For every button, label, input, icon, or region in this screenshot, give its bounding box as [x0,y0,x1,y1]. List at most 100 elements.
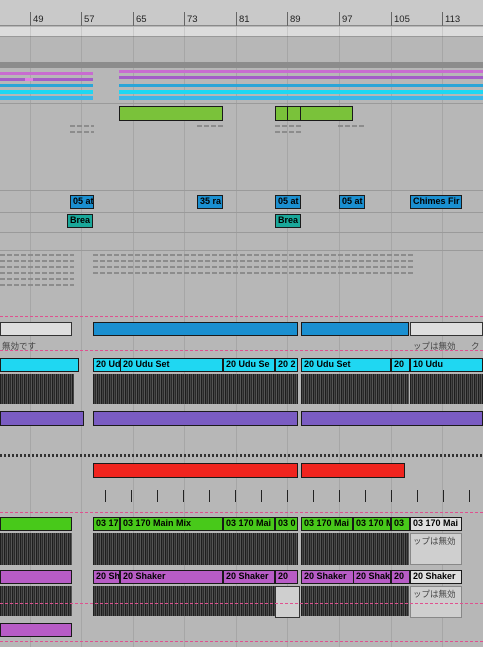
clip[interactable] [301,411,483,426]
clip[interactable] [0,517,72,531]
clip[interactable] [0,358,79,372]
clip[interactable]: 20 Shak [353,570,391,584]
waveform [410,374,483,404]
clip[interactable] [0,411,84,426]
lane-separator [0,103,483,104]
bar-number: 105 [394,14,410,25]
clip[interactable]: 03 17 [93,517,120,531]
clip[interactable]: 20 [391,358,410,372]
clip[interactable]: Brea [275,214,301,228]
clip[interactable]: 03 170 Mai [301,517,353,531]
bar-tick [184,12,185,26]
overview-strip [0,78,93,81]
clip[interactable]: 05 at [70,195,94,209]
clip-divider [287,106,288,121]
dotted-separator [0,454,483,457]
clip-label: 20 Ud [96,359,121,369]
clip-label: Brea [70,215,91,225]
clip-label: 20 Udu Se [226,359,270,369]
clip-label: Chimes Fir [413,196,460,206]
loop-line [0,603,483,604]
bar-tick [133,12,134,26]
clip[interactable]: 03 170 Ma [353,517,391,531]
clip-ghost [338,125,364,127]
clip[interactable]: 20 Udu Set [301,358,391,372]
overview-strip [0,90,93,94]
clip-label: 20 Sh [96,571,120,581]
scrub-area[interactable] [0,27,483,37]
waveform [93,586,275,616]
clip-ghost [197,125,223,127]
clip-disabled[interactable] [410,322,483,336]
clip-label: 03 170 Main Mix [123,518,192,528]
clip[interactable]: 03 170 Main Mix [120,517,223,531]
clip-label: 35 ra [200,196,222,206]
clip-disabled[interactable]: 20 Shaker [410,570,462,584]
grid-line [81,27,82,647]
bar-tick [236,12,237,26]
overview-strip [0,72,93,75]
clip[interactable] [93,411,298,426]
clip[interactable]: Chimes Fir [410,195,462,209]
clip-divider [300,106,301,121]
clip[interactable] [119,106,223,121]
clip[interactable] [301,322,409,336]
lane-separator [0,232,483,233]
bar-tick [287,12,288,26]
clip[interactable] [93,463,298,478]
clip[interactable]: 20 Shaker [120,570,223,584]
clip-disabled[interactable] [0,322,72,336]
waveform [0,533,72,565]
clip-label: 20 Shaker [123,571,166,581]
bar-tick [442,12,443,26]
disabled-clip-body: ップは無効 [410,586,462,618]
bar-ruler[interactable]: 49 57 65 73 81 89 97 105 113 [0,0,483,26]
clip[interactable]: 05 at [339,195,365,209]
clip[interactable] [0,623,72,637]
lane-separator [0,250,483,251]
clip-label: 20 [278,571,289,581]
clip-label: 20 [394,571,405,581]
clip-label: 20 Shaker [304,571,347,581]
clip[interactable]: 20 Sh [93,570,120,584]
clip-label: Brea [278,215,299,225]
clip[interactable]: 35 ra [197,195,223,209]
clip[interactable]: 20 Ud [93,358,121,372]
clip[interactable]: 05 at [275,195,301,209]
clip[interactable]: 03 0 [275,517,298,531]
clip-ghost [70,125,94,127]
clip-ghost [0,260,74,262]
clip[interactable]: 20 2 [275,358,298,372]
clip[interactable]: 20 [391,570,410,584]
clip-ghost [275,125,301,127]
clip-ghost [0,278,74,280]
clip[interactable]: Brea [67,214,93,228]
clip[interactable]: 20 Shaker [223,570,275,584]
clip[interactable]: 03 170 Mai [223,517,275,531]
overview-strip [0,96,93,100]
disabled-clip-body: ップは無効 [410,533,462,565]
clip-label: 03 170 Mai [304,518,350,528]
clip-ghost [0,284,74,286]
clip[interactable] [301,463,405,478]
clip[interactable]: 10 Udu [410,358,483,372]
waveform [301,533,409,565]
clip[interactable]: 20 [275,570,298,584]
clip[interactable]: 20 Udu Set [120,358,223,372]
overview-strip [119,90,483,94]
bar-tick [339,12,340,26]
clip-label: 05 at [73,196,94,206]
clip-label: 10 Udu [413,359,444,369]
clip-label: 03 0 [278,518,296,528]
clip[interactable]: 03 [391,517,410,531]
clip-disabled[interactable] [275,586,300,618]
clip-ghost [275,131,301,133]
arrangement-view: 49 57 65 73 81 89 97 105 113 05 at 35 ra… [0,0,483,647]
clip-ghost [93,272,413,274]
clip-label: 20 [394,359,405,369]
clip[interactable]: 20 Udu Se [223,358,275,372]
clip[interactable] [0,570,72,584]
clip[interactable] [93,322,298,336]
clip-disabled[interactable]: 03 170 Mai [410,517,462,531]
clip-label: 03 170 Ma [356,518,390,528]
